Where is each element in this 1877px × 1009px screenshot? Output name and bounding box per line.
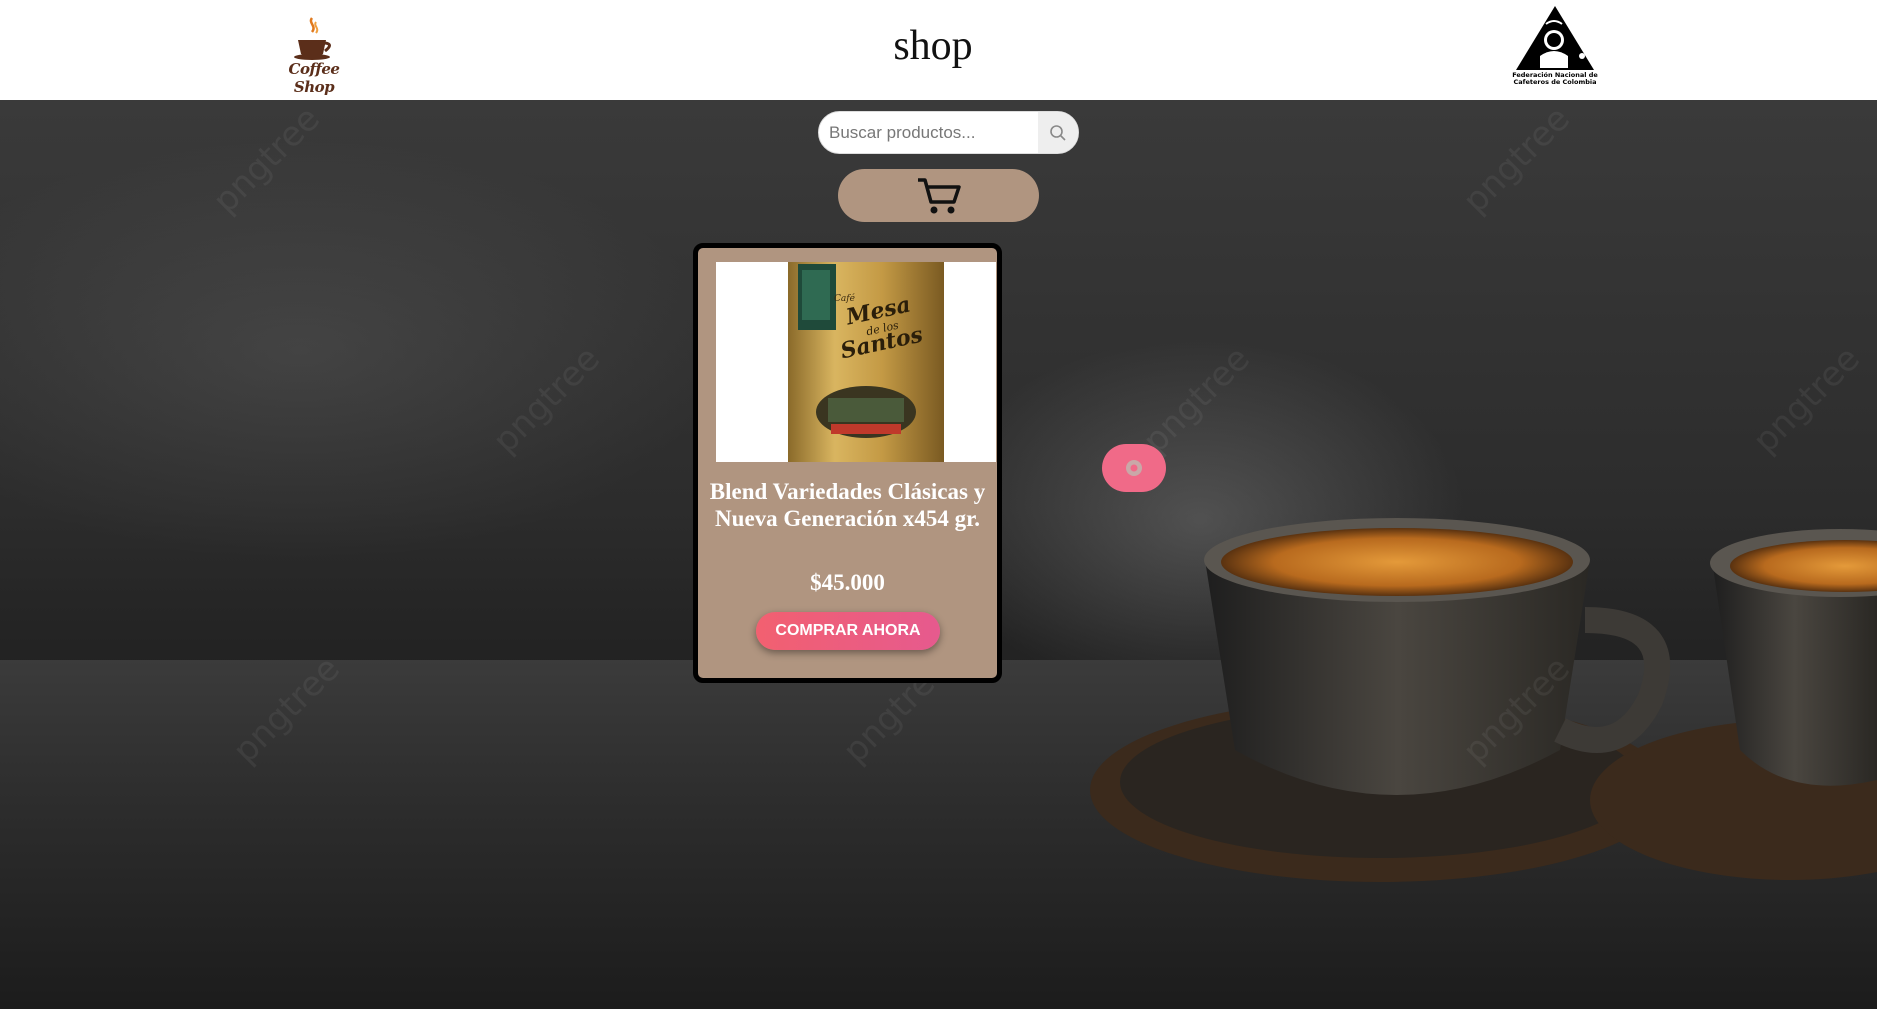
product-card[interactable]: Café Mesa de los Santos Blend Variedades…	[693, 243, 1002, 683]
cart-icon	[917, 177, 961, 213]
search-bar	[818, 111, 1079, 154]
search-button[interactable]	[1038, 112, 1078, 153]
coffee-cup-icon	[294, 17, 331, 60]
product-image[interactable]: Café Mesa de los Santos	[716, 262, 996, 462]
buy-now-button[interactable]: COMPRAR AHORA	[756, 612, 940, 650]
product-name: Blend Variedades Clásicas y Nueva Genera…	[709, 479, 986, 531]
cart-button[interactable]	[838, 169, 1039, 222]
logo-text: Coffee Shop	[288, 60, 340, 96]
product-price: $45.000	[810, 570, 885, 595]
header: Coffee Shop shop Federación Nacional de …	[0, 0, 1877, 100]
search-icon	[1050, 124, 1066, 141]
search-input[interactable]	[819, 112, 1039, 153]
federation-emblem-icon	[1516, 6, 1594, 70]
page-title: shop	[893, 23, 973, 69]
federation-logo[interactable]: Federación Nacional de Cafeteros de Colo…	[1506, 4, 1604, 90]
settings-icon	[1126, 460, 1142, 476]
federation-line-2: Cafeteros de Colombia	[1513, 78, 1597, 86]
coffee-shop-logo[interactable]: Coffee Shop	[272, 16, 356, 96]
coffee-bag-image	[788, 262, 944, 462]
federation-name: Federación Nacional de Cafeteros de Colo…	[1506, 72, 1604, 86]
floating-action-button[interactable]	[1102, 444, 1166, 492]
